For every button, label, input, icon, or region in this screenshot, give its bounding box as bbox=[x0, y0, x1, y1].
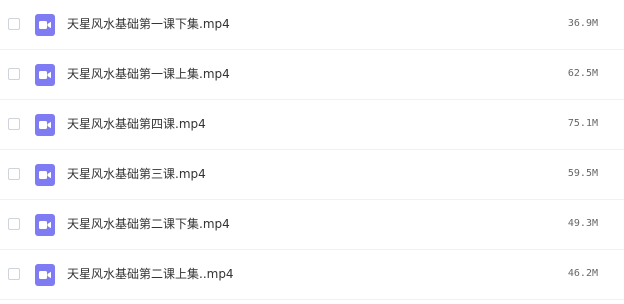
video-icon bbox=[35, 214, 55, 236]
row-checkbox[interactable] bbox=[8, 118, 20, 130]
video-icon bbox=[35, 14, 55, 36]
row-checkbox[interactable] bbox=[8, 68, 20, 80]
file-size: 46.2M bbox=[567, 268, 598, 279]
video-icon bbox=[35, 114, 55, 136]
file-list: 天星风水基础第一课下集.mp4 36.9M 天星风水基础第一课上集.mp4 62… bbox=[0, 0, 624, 304]
file-size: 49.3M bbox=[567, 218, 598, 229]
file-row[interactable]: 天星风水基础第三课.mp4 59.5M bbox=[0, 150, 624, 200]
file-row[interactable]: 天星风水基础第二课下集.mp4 49.3M bbox=[0, 200, 624, 250]
file-name[interactable]: 天星风水基础第一课上集.mp4 bbox=[67, 66, 230, 82]
file-name[interactable]: 天星风水基础第二课下集.mp4 bbox=[67, 216, 230, 232]
row-checkbox[interactable] bbox=[8, 18, 20, 30]
file-size: 36.9M bbox=[567, 18, 598, 29]
file-row[interactable]: 天星风水基础第四课.mp4 75.1M bbox=[0, 100, 624, 150]
file-size: 59.5M bbox=[567, 168, 598, 179]
file-name[interactable]: 天星风水基础第二课上集..mp4 bbox=[67, 266, 234, 282]
file-name[interactable]: 天星风水基础第三课.mp4 bbox=[67, 166, 206, 182]
row-checkbox[interactable] bbox=[8, 218, 20, 230]
file-size: 75.1M bbox=[567, 118, 598, 129]
video-icon bbox=[35, 164, 55, 186]
file-row[interactable]: 天星风水基础第二课上集..mp4 46.2M bbox=[0, 250, 624, 300]
file-size: 62.5M bbox=[567, 68, 598, 79]
video-icon bbox=[35, 64, 55, 86]
file-name[interactable]: 天星风水基础第四课.mp4 bbox=[67, 116, 206, 132]
file-row[interactable]: 天星风水基础第一课下集.mp4 36.9M bbox=[0, 0, 624, 50]
video-icon bbox=[35, 264, 55, 286]
file-row[interactable]: 天星风水基础第一课上集.mp4 62.5M bbox=[0, 50, 624, 100]
row-checkbox[interactable] bbox=[8, 268, 20, 280]
file-name[interactable]: 天星风水基础第一课下集.mp4 bbox=[67, 16, 230, 32]
row-checkbox[interactable] bbox=[8, 168, 20, 180]
